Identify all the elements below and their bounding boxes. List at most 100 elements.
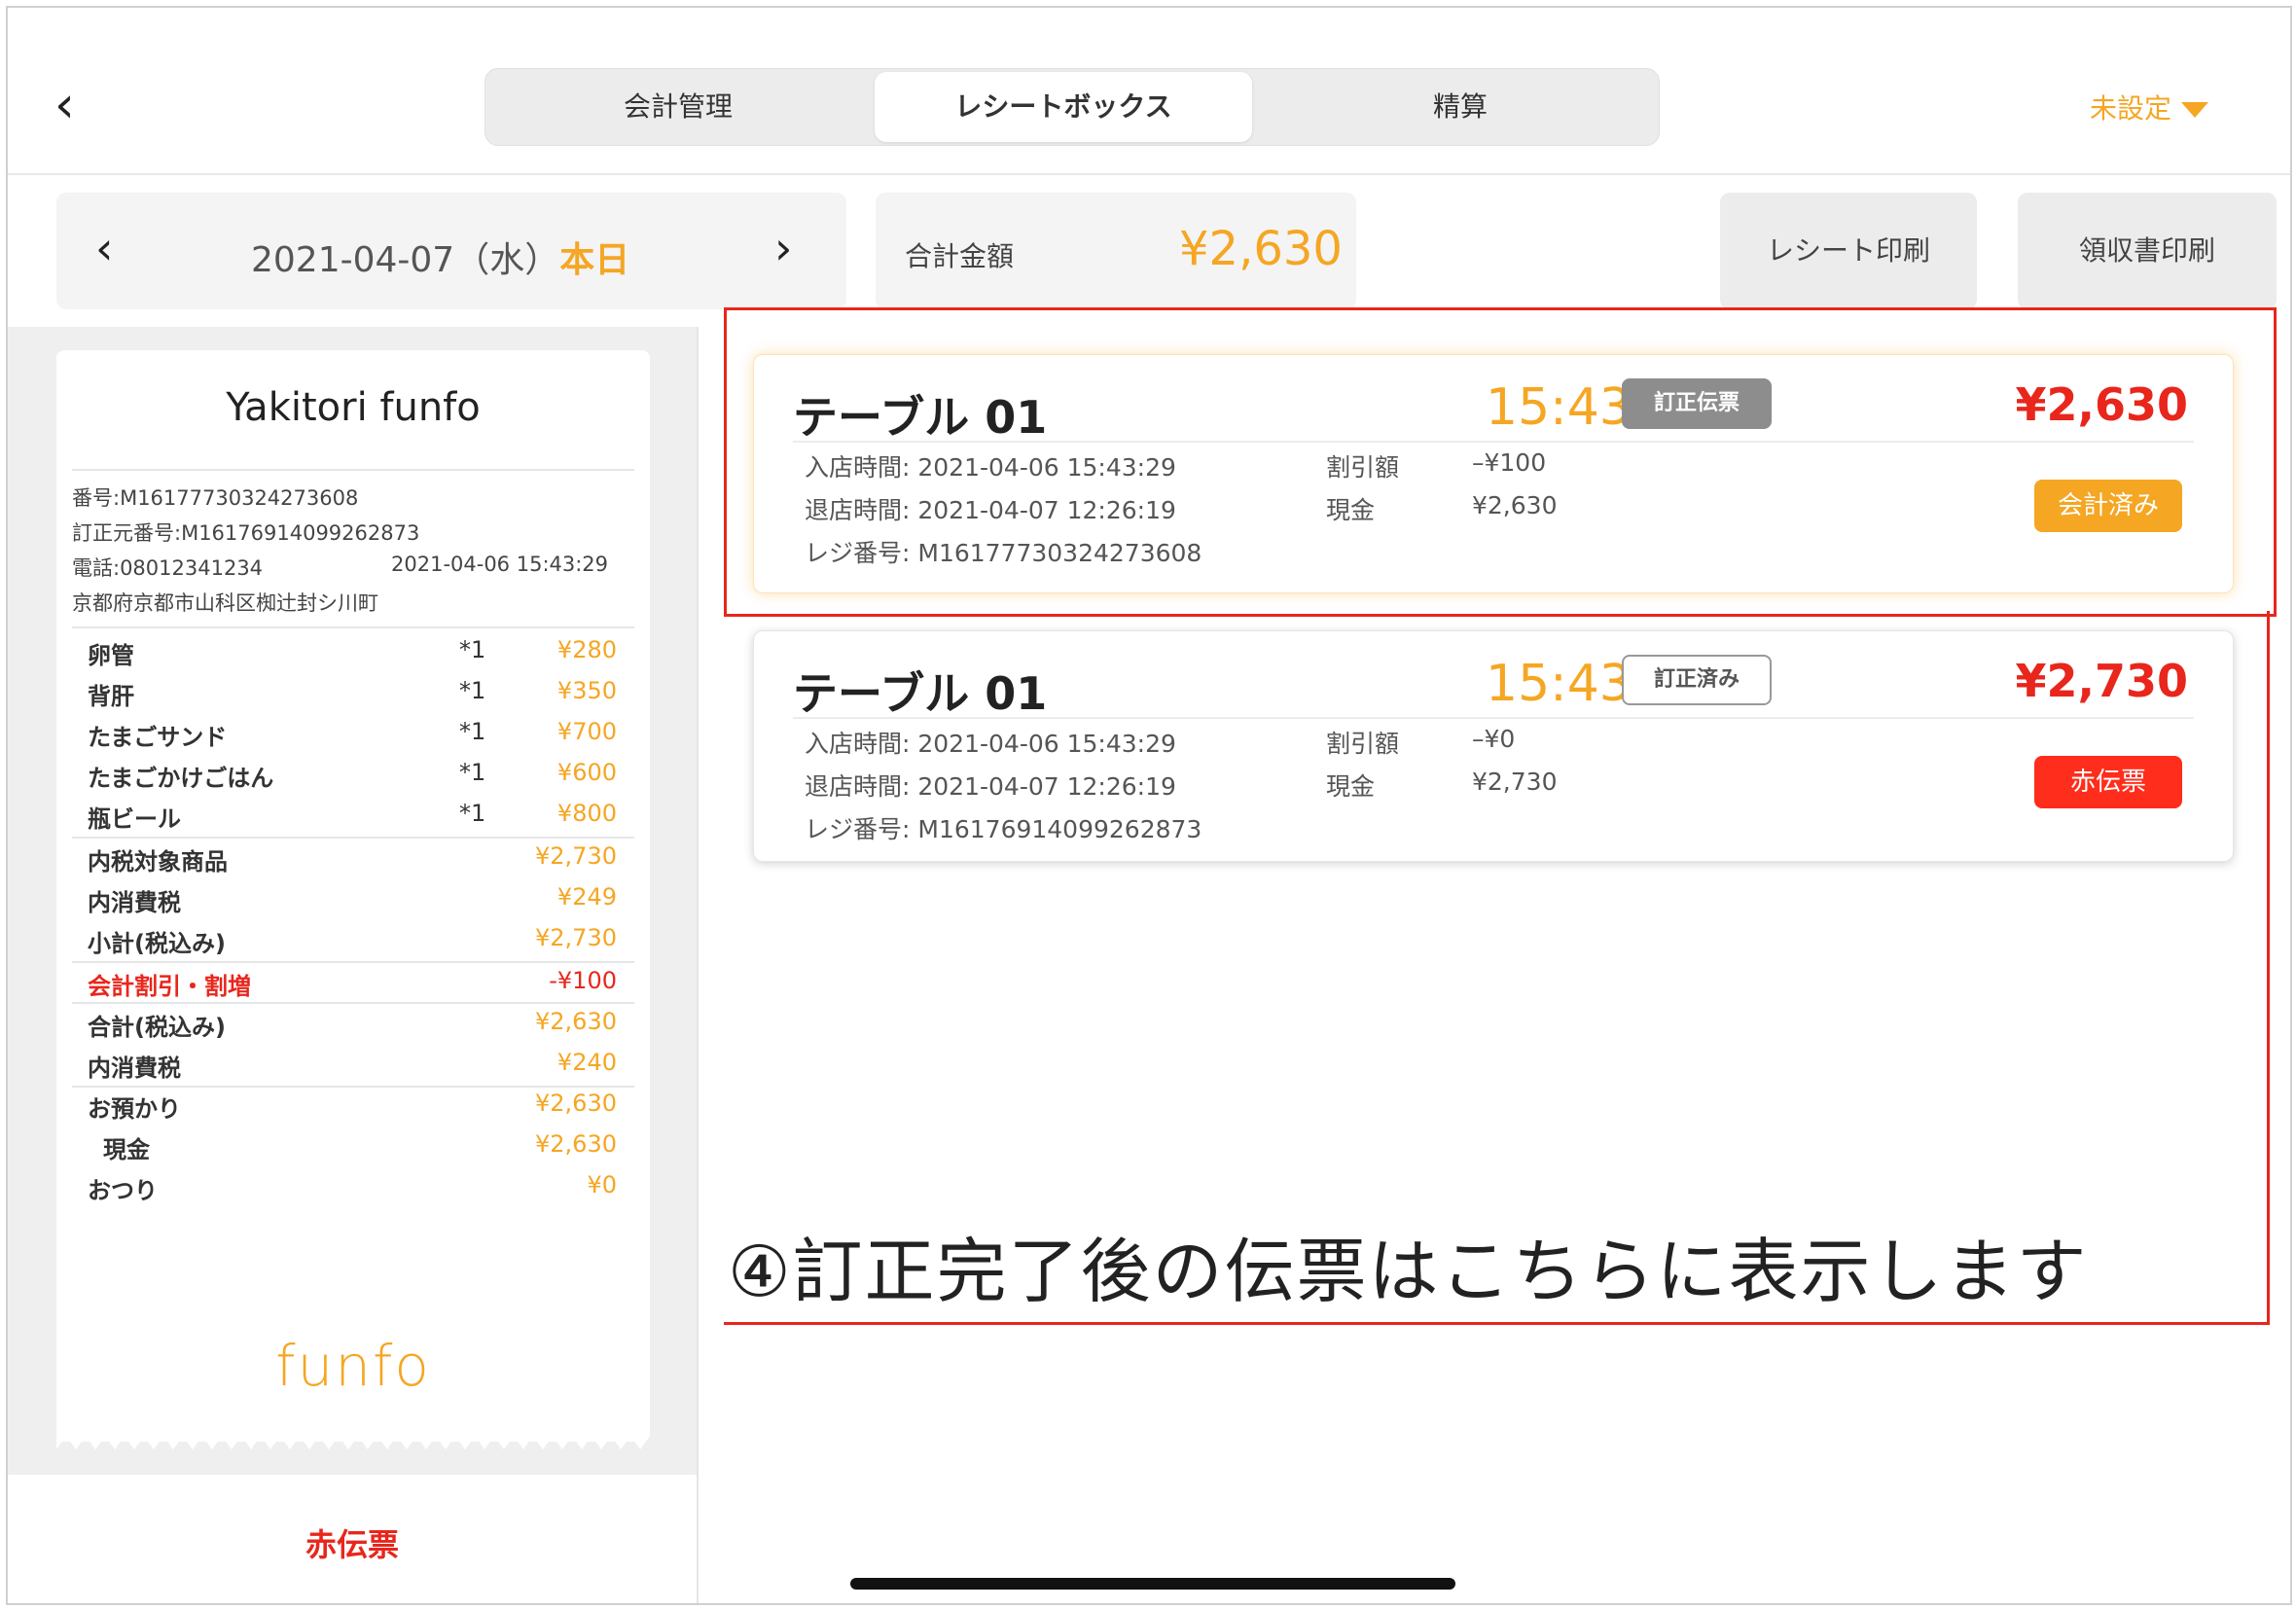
home-indicator[interactable] [850,1578,1455,1590]
receipt-phone: 電話:08012341234 [72,556,264,580]
item-name: 卵管 [88,642,134,669]
receipt-address: 京都府京都市山科区椥辻封シ川町 [72,591,378,615]
receipt-original-number: 訂正元番号:M16176914099262873 [72,521,420,545]
total-price: ¥240 [556,1049,617,1076]
total-name: 内消費税 [88,1055,181,1082]
receipt-item-row: 卵管 *1 ¥280 [72,630,634,671]
total-value: ¥2,630 [1179,222,1343,276]
card-out-time: 退店時間: 2021-04-07 12:26:19 [805,772,1176,801]
receipt-discount-row: 会計割引・割増 -¥100 [72,961,634,1002]
item-qty: *1 [459,636,486,663]
card-discount-label: 割引額 [1326,730,1400,758]
discount-name: 会計割引・割増 [88,973,251,1000]
receipt-total-row: 合計(税込み) ¥2,630 [72,1002,634,1043]
status-dropdown[interactable]: 未設定 [2090,88,2209,126]
payment-name: おつり [88,1177,158,1204]
item-price: ¥600 [556,759,617,786]
tab-settlement[interactable]: 精算 [1268,69,1653,145]
funfo-logo: funfo [275,1333,431,1399]
tab-accounting[interactable]: 会計管理 [485,69,871,145]
total-amount-box: 合計金額 ¥2,630 [876,193,1356,309]
store-name: Yakitori funfo [226,385,481,430]
item-qty: *1 [459,800,486,827]
card-title: テーブル 01 [793,667,1048,720]
receipt-summary-row: 内税対象商品 ¥2,730 [72,837,634,877]
today-label: 本日 [559,240,630,280]
back-chevron-left-icon[interactable]: ‹ [54,76,93,134]
summary-price: ¥2,730 [535,924,617,951]
chevron-left-icon[interactable]: ‹ [95,222,113,274]
total-label: 合計金額 [905,240,1015,272]
item-qty: *1 [459,759,486,786]
item-name: 瓶ビール [88,805,181,833]
total-price: ¥2,630 [535,1008,617,1035]
invoice-print-button[interactable]: 領収書印刷 [2018,193,2277,309]
red-ticket-button[interactable]: 赤伝票 [8,1520,697,1565]
item-name: 背肝 [88,683,134,710]
item-name: たまごかけごはん [88,765,274,792]
highlight-side-line [2267,611,2270,1325]
summary-price: ¥2,730 [535,842,617,870]
total-name: 合計(税込み) [88,1014,226,1041]
panel-divider [697,327,699,1603]
receipt-summary-row: 内消費税 ¥249 [72,877,634,918]
receipt-divider [72,626,634,628]
card-cash-value: ¥2,730 [1472,768,1558,796]
payment-price: ¥2,630 [535,1130,617,1158]
date-display: 2021-04-07（水）本日 [251,232,629,282]
receipt-paper: Yakitori funfo 番号:M16177730324273608 訂正元… [56,350,650,1442]
summary-name: 小計(税込み) [88,930,226,957]
receipt-total-row: 内消費税 ¥240 [72,1043,634,1084]
item-name: たまごサンド [88,724,228,751]
receipt-number: 番号:M16177730324273608 [72,486,359,510]
item-qty: *1 [459,677,486,704]
card-cash-label: 現金 [1326,772,1376,801]
receipt-item-row: たまごサンド *1 ¥700 [72,712,634,753]
item-price: ¥350 [556,677,617,704]
date-navigator: ‹ 2021-04-07（水）本日 › [56,193,846,309]
card-time: 15:43 [1486,655,1632,713]
receipt-item-row: たまごかけごはん *1 ¥600 [72,753,634,794]
item-price: ¥800 [556,800,617,827]
chevron-right-icon[interactable]: › [774,222,792,274]
segmented-tabs: 会計管理 レシートボックス 精算 [484,68,1660,146]
receipt-payment-row: お預かり ¥2,630 [72,1084,634,1125]
item-price: ¥700 [556,718,617,745]
receipt-payment-row: おつり ¥0 [72,1165,634,1206]
payment-name: 現金 [103,1136,150,1163]
receipt-torn-edge [56,1430,650,1449]
item-price: ¥280 [556,636,617,663]
receipt-print-button[interactable]: レシート印刷 [1720,193,1977,309]
receipt-item-row: 瓶ビール *1 ¥800 [72,794,634,835]
annotation-underline [724,1322,2270,1325]
date-value: 2021-04-07（水） [251,240,560,280]
receipt-datetime: 2021-04-06 15:43:29 [391,553,609,576]
receipt-summary-row: 小計(税込み) ¥2,730 [72,918,634,959]
highlight-box [724,307,2277,617]
status-dropdown-label: 未設定 [2090,92,2172,125]
payment-name: お預かり [88,1095,181,1123]
receipt-item-row: 背肝 *1 ¥350 [72,671,634,712]
red-ticket-card-button[interactable]: 赤伝票 [2034,756,2182,808]
app-window: ‹ 会計管理 レシートボックス 精算 未設定 ‹ 2021-04-07（水）本日… [6,6,2292,1605]
summary-name: 内税対象商品 [88,848,228,876]
item-qty: *1 [459,718,486,745]
card-amount: ¥2,730 [2015,655,2188,707]
card-discount-value: –¥0 [1472,725,1516,753]
summary-name: 内消費税 [88,889,181,916]
card-divider [793,717,2194,719]
receipt-payment-row: 現金 ¥2,630 [72,1125,634,1165]
receipt-card[interactable]: テーブル 01 15:43 訂正済み ¥2,730 入店時間: 2021-04-… [753,630,2234,862]
tab-receipt-box[interactable]: レシートボックス [875,72,1252,142]
payment-price: ¥2,630 [535,1090,617,1117]
receipt-divider [72,469,634,471]
discount-price: -¥100 [549,967,617,994]
summary-price: ¥249 [556,883,617,911]
card-in-time: 入店時間: 2021-04-06 15:43:29 [805,730,1176,758]
card-register-number: レジ番号: M16176914099262873 [805,815,1202,843]
caret-down-icon [2181,102,2209,118]
payment-price: ¥0 [587,1171,617,1198]
corrected-badge: 訂正済み [1622,655,1772,705]
annotation-text: ④訂正完了後の伝票はこちらに表示します [728,1231,2089,1312]
header-divider [8,173,2290,175]
